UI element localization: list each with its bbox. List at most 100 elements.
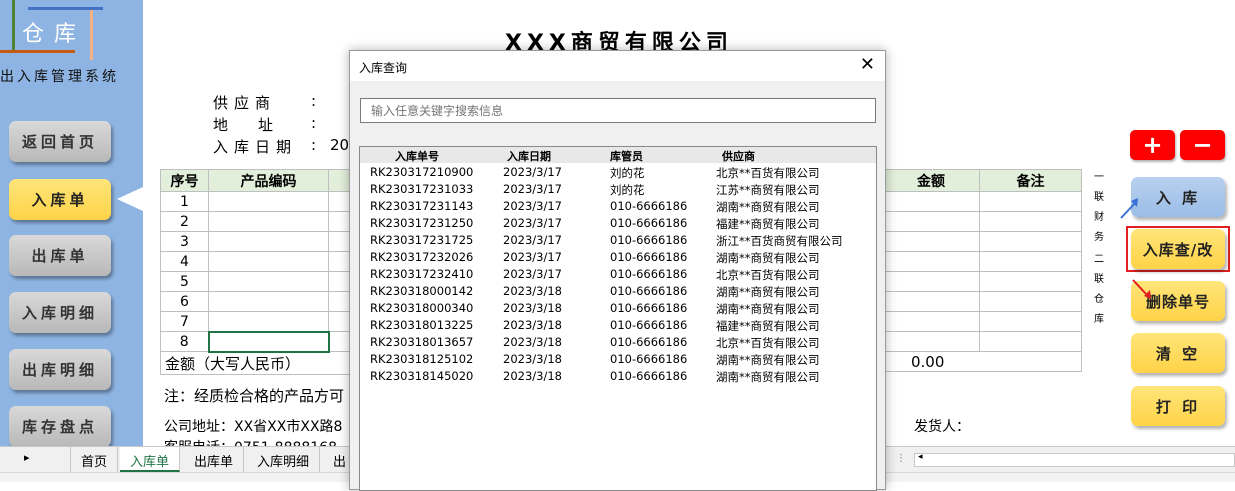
cell[interactable] [882,331,980,352]
row-keeper-cell: 010-6666186 [610,267,688,281]
date-value[interactable]: 20 [330,136,349,154]
cell[interactable] [979,191,1082,212]
scroll-left-icon[interactable]: ◂ [918,452,923,462]
clear-button[interactable]: 清 空 [1131,333,1225,373]
tab-stock-out[interactable]: 出库单 [184,447,245,472]
cell[interactable] [979,271,1082,292]
row-keeper-cell: 010-6666186 [610,199,688,213]
row-supplier-cell: 江苏**商贸有限公司 [716,183,820,197]
row-date-cell: 2023/3/18 [503,369,562,383]
list-item[interactable]: RK230317231250 2023/3/17 010-6666186 福建**商贸… [360,215,876,232]
results-list[interactable]: 入库单号 入库日期 库管员 供应商 RK230317210900 2023/3/1… [359,146,877,491]
cell[interactable] [882,251,980,272]
list-item[interactable]: RK230317210900 2023/3/17 刘的花 北京**百货有限公司 [360,164,876,181]
print-button[interactable]: 打 印 [1131,386,1225,426]
horizontal-scrollbar[interactable]: ◂ [914,452,1235,467]
row-number: 6 [160,291,209,312]
address-label: 地址 [213,116,304,134]
nav-stock-out-button[interactable]: 出库单 [9,235,111,276]
logo-line-bottom [0,50,75,53]
column-header-keeper[interactable]: 库管员 [610,148,643,164]
cell[interactable] [208,271,329,292]
close-icon[interactable]: ✕ [860,56,875,74]
cell[interactable] [979,331,1082,352]
header-remark: 备注 [979,169,1082,192]
supplier-label: 供应商 [213,94,277,112]
column-header-date[interactable]: 入库日期 [507,148,551,164]
column-header-number[interactable]: 入库单号 [395,148,439,164]
cell[interactable] [882,191,980,212]
cell[interactable] [208,311,329,332]
selected-cell[interactable] [207,330,330,353]
cell[interactable] [882,211,980,232]
row-keeper-cell: 010-6666186 [610,216,688,230]
cell[interactable] [208,291,329,312]
search-input[interactable] [360,98,876,123]
tab-scroll-right-icon[interactable]: ▸ [24,451,30,464]
remove-row-button[interactable]: − [1180,130,1225,160]
cell[interactable] [882,291,980,312]
row-number: 4 [160,251,209,272]
row-supplier-cell: 北京**百货有限公司 [716,336,820,350]
cell[interactable] [882,231,980,252]
nav-home-button[interactable]: 返回首页 [9,121,111,162]
row-number: 2 [160,211,209,232]
cell[interactable] [979,291,1082,312]
list-item[interactable]: RK230317232410 2023/3/17 010-6666186 北京**百货… [360,266,876,283]
list-item[interactable]: RK230317232026 2023/3/17 010-6666186 湖南**商贸… [360,249,876,266]
stock-in-button[interactable]: 入 库 [1131,177,1225,217]
nav-stock-in-button[interactable]: 入库单 [9,179,111,220]
cell[interactable] [979,231,1082,252]
list-item[interactable]: RK230318013225 2023/3/18 010-6666186 福建**商贸… [360,317,876,334]
row-number: 5 [160,271,209,292]
row-date-cell: 2023/3/17 [503,216,562,230]
cell[interactable] [979,251,1082,272]
nav-stock-out-detail-button[interactable]: 出库明细 [9,349,111,390]
row-number-cell: RK230318000142 [370,284,474,298]
cell[interactable] [979,211,1082,232]
row-date-cell: 2023/3/18 [503,318,562,332]
row-keeper-cell: 010-6666186 [610,284,688,298]
tab-stock-in-detail[interactable]: 入库明细 [247,447,321,472]
query-edit-button[interactable]: 入库查/改 [1131,229,1225,269]
cell[interactable] [208,231,329,252]
line-items-table-right: 金额 备注 0.00 [882,169,1082,372]
row-supplier-cell: 湖南**商贸有限公司 [716,200,820,214]
nav-inventory-button[interactable]: 库存盘点 [9,406,111,447]
row-keeper-cell: 010-6666186 [610,233,688,247]
row-supplier-cell: 北京**百货有限公司 [716,166,820,180]
add-row-button[interactable]: + [1130,130,1175,160]
tab-home[interactable]: 首页 [70,447,119,472]
row-number-cell: RK230318013225 [370,318,474,332]
arrow-icon-red [1132,279,1151,299]
cell[interactable] [208,191,329,212]
column-header-supplier[interactable]: 供应商 [722,148,755,164]
row-keeper-cell: 010-6666186 [610,369,688,383]
tab-overflow-icon[interactable]: ⋮ [896,453,906,464]
cell[interactable] [882,311,980,332]
list-item[interactable]: RK230317231033 2023/3/17 刘的花 江苏**商贸有限公司 [360,181,876,198]
list-item[interactable]: RK230317231725 2023/3/17 010-6666186 浙江**百货… [360,232,876,249]
logo-title: 仓库 [22,22,87,47]
cell[interactable] [882,271,980,292]
list-item[interactable]: RK230318145020 2023/3/18 010-6666186 湖南**商贸… [360,368,876,385]
list-item[interactable]: RK230318013657 2023/3/18 010-6666186 北京**百货… [360,334,876,351]
dialog-titlebar: 入库查询 ✕ [350,51,885,81]
row-number-cell: RK230317231033 [370,182,474,196]
row-keeper-cell: 010-6666186 [610,301,688,315]
list-item[interactable]: RK230318125102 2023/3/18 010-6666186 湖南**商贸… [360,351,876,368]
cell[interactable] [208,251,329,272]
tab-stock-in[interactable]: 入库单 [120,447,181,472]
row-number: 1 [160,191,209,212]
list-item[interactable]: RK230317231143 2023/3/17 010-6666186 湖南**商贸… [360,198,876,215]
row-number: 3 [160,231,209,252]
nav-stock-in-detail-button[interactable]: 入库明细 [9,292,111,333]
row-date-cell: 2023/3/17 [503,233,562,247]
cell[interactable] [979,311,1082,332]
copy-label-warehouse: 二联仓库 [1094,254,1104,325]
list-item[interactable]: RK230318000142 2023/3/18 010-6666186 湖南**商贸… [360,283,876,300]
row-date-cell: 2023/3/17 [503,267,562,281]
row-date-cell: 2023/3/17 [503,199,562,213]
list-item[interactable]: RK230318000340 2023/3/18 010-6666186 湖南**商贸… [360,300,876,317]
cell[interactable] [208,211,329,232]
